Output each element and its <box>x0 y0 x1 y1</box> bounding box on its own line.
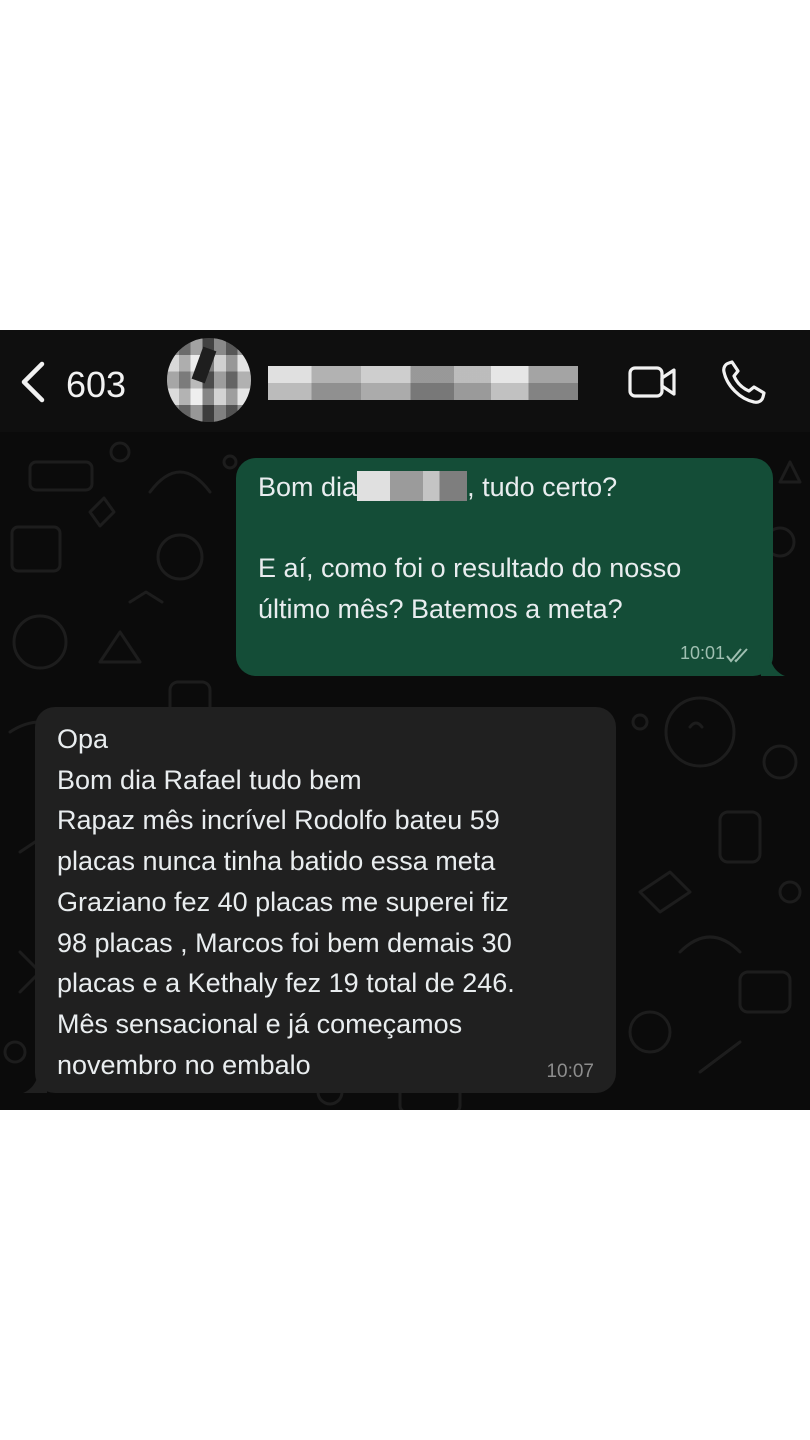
chat-screen: 603 Bom dia, tudo certo? E aí, como foi … <box>0 330 810 1110</box>
message-time: 10:01 <box>679 643 725 663</box>
message-time: 10:07 <box>546 1061 594 1082</box>
outgoing-message-bubble[interactable]: Bom dia, tudo certo? E aí, como foi o re… <box>236 458 785 676</box>
bubble-tail <box>23 1071 47 1093</box>
message-line: Graziano fez 40 placas me superei fiz <box>57 886 509 917</box>
message-line: último mês? Batemos a meta? <box>258 594 623 624</box>
double-check-icon <box>726 648 748 663</box>
incoming-message-bubble[interactable]: Opa Bom dia Rafael tudo bem Rapaz mês in… <box>23 707 616 1093</box>
message-line: novembro no embalo <box>57 1049 311 1080</box>
video-camera-icon[interactable] <box>628 364 678 400</box>
phone-icon[interactable] <box>720 360 768 406</box>
message-line: Bom dia, tudo certo? <box>258 470 618 502</box>
message-line: 98 placas , Marcos foi bem demais 30 <box>57 927 512 958</box>
message-line: Opa <box>57 724 109 754</box>
chat-header: 603 <box>0 330 810 432</box>
message-line: placas e a Kethaly fez 19 total de 246. <box>57 968 515 999</box>
contact-avatar[interactable] <box>167 338 251 422</box>
message-line: E aí, como foi o resultado do nosso <box>258 553 682 583</box>
contact-name-redacted[interactable] <box>268 366 578 400</box>
bubble-tail <box>761 654 785 676</box>
message-line: placas nunca tinha batido essa meta <box>57 846 496 877</box>
unread-count[interactable]: 603 <box>66 364 126 406</box>
message-text: Opa Bom dia Rafael tudo bem Rapaz mês in… <box>57 719 597 1085</box>
chevron-left-icon[interactable] <box>16 360 52 404</box>
message-line: Rapaz mês incrível Rodolfo bateu 59 <box>57 805 500 836</box>
redacted-name <box>357 470 468 501</box>
message-line: Mês sensacional e já começamos <box>57 1008 463 1039</box>
message-line: Bom dia Rafael tudo bem <box>57 764 362 795</box>
